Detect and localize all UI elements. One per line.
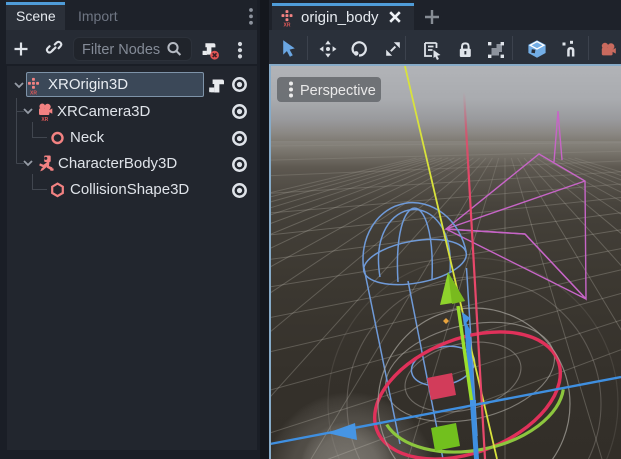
svg-text:XR: XR bbox=[41, 117, 48, 123]
svg-text:XR: XR bbox=[284, 23, 291, 28]
svg-text:XR: XR bbox=[30, 90, 37, 96]
svg-text:Perspective: Perspective bbox=[300, 83, 376, 99]
